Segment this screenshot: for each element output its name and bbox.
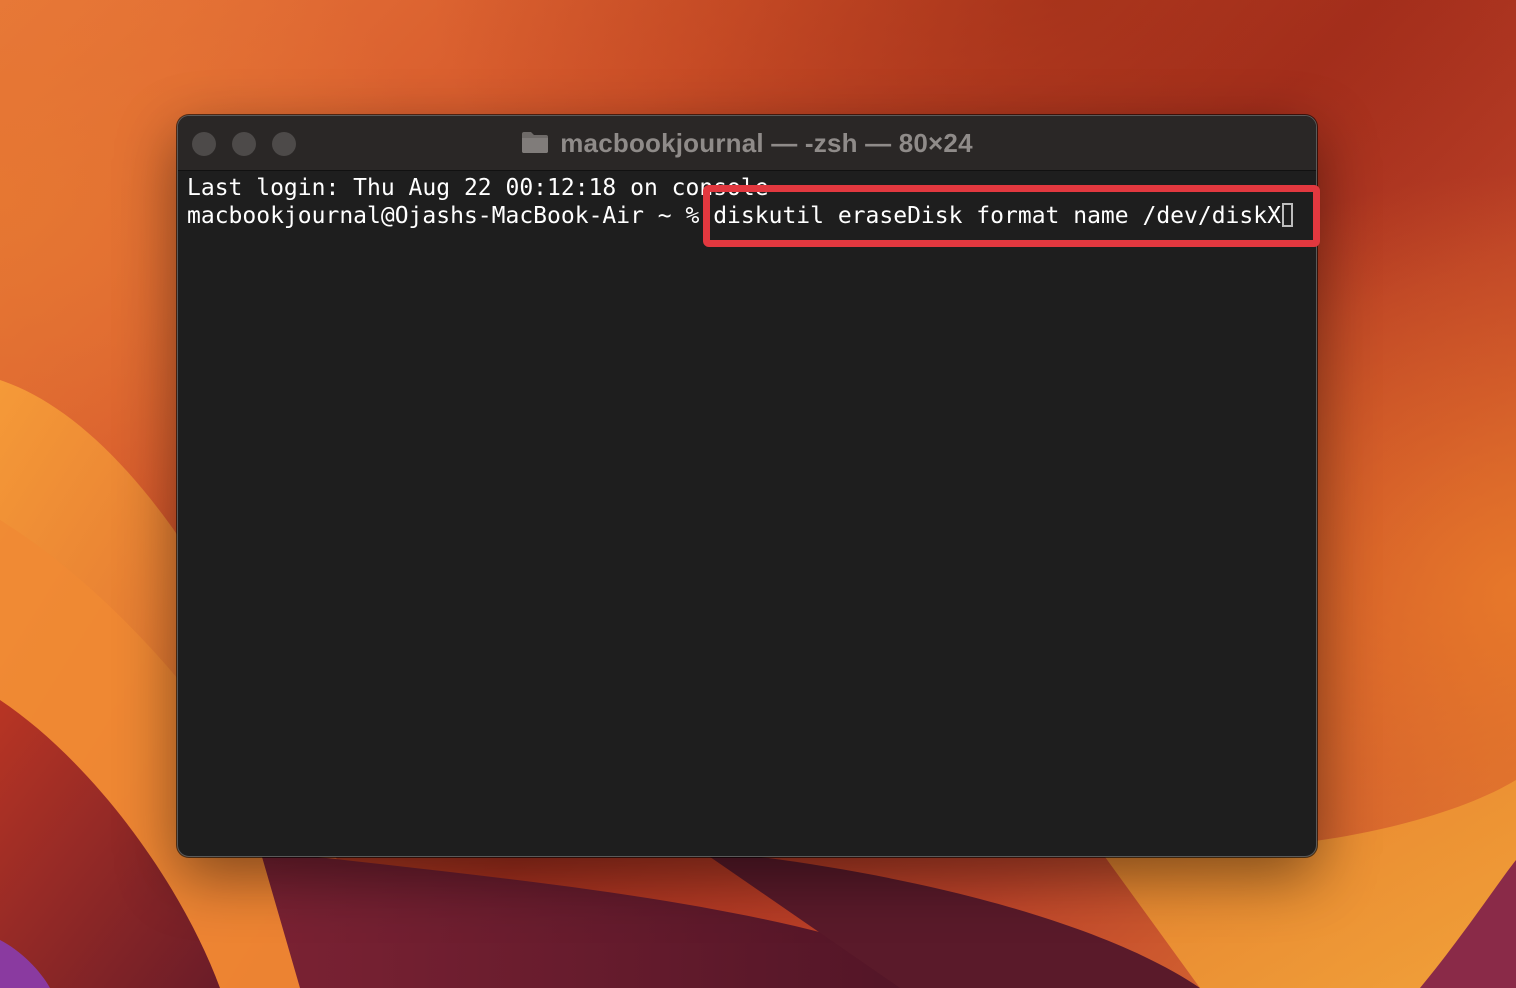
title-bar[interactable]: macbookjournal — -zsh — 80×24: [178, 116, 1316, 171]
window-title: macbookjournal — -zsh — 80×24: [560, 127, 973, 158]
terminal-content[interactable]: Last login: Thu Aug 22 00:12:18 on conso…: [187, 174, 1316, 856]
window-title-area: macbookjournal — -zsh — 80×24: [178, 116, 1316, 170]
terminal-window[interactable]: macbookjournal — -zsh — 80×24 Last login…: [177, 115, 1317, 857]
command-line[interactable]: macbookjournal@Ojashs-MacBook-Air ~ % di…: [187, 202, 1316, 230]
typed-command[interactable]: diskutil eraseDisk format name /dev/disk…: [713, 203, 1281, 229]
last-login-line: Last login: Thu Aug 22 00:12:18 on conso…: [187, 175, 769, 201]
text-cursor: [1281, 203, 1293, 227]
folder-icon: [522, 132, 549, 153]
shell-prompt: macbookjournal@Ojashs-MacBook-Air ~ %: [187, 203, 714, 229]
